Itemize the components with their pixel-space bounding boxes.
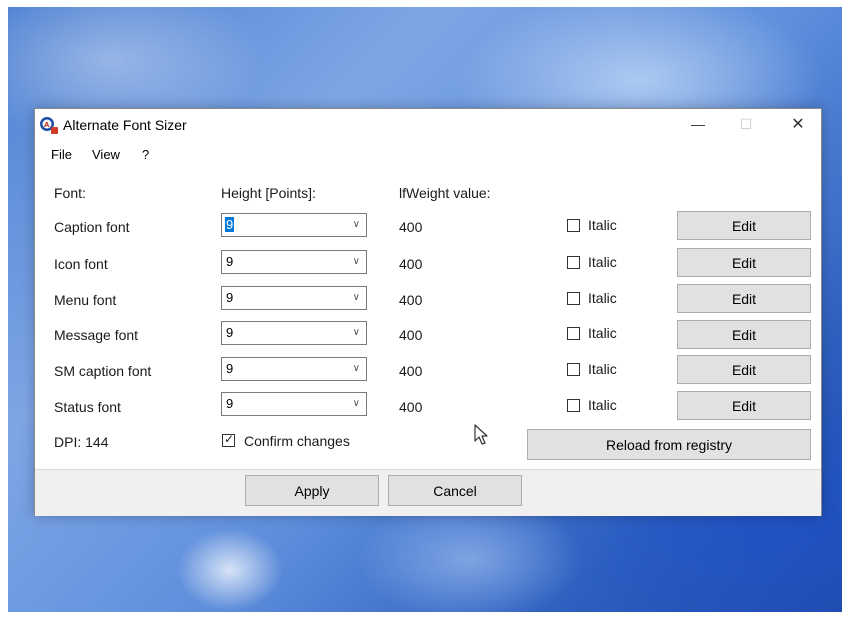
maximize-button[interactable]: ☐ bbox=[723, 109, 769, 139]
reload-label: Reload from registry bbox=[605, 436, 733, 453]
weight-value-sm-caption-font: 400 bbox=[399, 363, 423, 379]
height-value: 9 bbox=[226, 361, 234, 376]
window-title: Alternate Font Sizer bbox=[63, 117, 187, 133]
weight-value-caption-font: 400 bbox=[399, 219, 423, 235]
close-button[interactable]: ✕ bbox=[775, 109, 821, 139]
height-value: 9 bbox=[226, 396, 234, 411]
minimize-button[interactable]: — bbox=[675, 109, 721, 139]
italic-label: Italic bbox=[588, 254, 617, 270]
weight-value-icon-font: 400 bbox=[399, 256, 423, 272]
weight-value-message-font: 400 bbox=[399, 327, 423, 343]
edit-label: Edit bbox=[731, 397, 757, 414]
height-value: 9 bbox=[226, 290, 234, 305]
header-height: Height [Points]: bbox=[221, 185, 316, 201]
apply-label: Apply bbox=[294, 482, 330, 499]
height-select-status-font[interactable]: 9 ∨ bbox=[221, 392, 367, 416]
apply-button[interactable]: Apply bbox=[245, 475, 379, 506]
cancel-button[interactable]: Cancel bbox=[388, 475, 522, 506]
close-icon: ✕ bbox=[791, 116, 805, 133]
menu-view[interactable]: View bbox=[92, 147, 120, 162]
row-label-menu-font: Menu font bbox=[54, 292, 117, 308]
row-label-status-font: Status font bbox=[54, 399, 121, 415]
chevron-down-icon: ∨ bbox=[352, 398, 360, 409]
font-sizer-window: A Alternate Font Sizer — ☐ ✕ File View ?… bbox=[34, 108, 822, 516]
italic-checkbox-sm-caption-font[interactable] bbox=[567, 363, 580, 376]
header-font: Font: bbox=[54, 185, 86, 201]
svg-text:A: A bbox=[44, 121, 50, 129]
height-value: 9 bbox=[225, 217, 235, 232]
image-border-left bbox=[0, 0, 8, 620]
row-label-sm-caption-font: SM caption font bbox=[54, 363, 152, 379]
edit-button-message-font[interactable]: Edit bbox=[677, 320, 811, 349]
chevron-down-icon: ∨ bbox=[352, 292, 360, 303]
height-select-icon-font[interactable]: 9 ∨ bbox=[221, 250, 367, 274]
italic-label: Italic bbox=[588, 325, 617, 341]
edit-label: Edit bbox=[731, 217, 757, 234]
edit-label: Edit bbox=[731, 254, 757, 271]
image-border-bottom bbox=[0, 612, 850, 620]
italic-checkbox-status-font[interactable] bbox=[567, 399, 580, 412]
height-select-menu-font[interactable]: 9 ∨ bbox=[221, 286, 367, 310]
title-bar[interactable]: A Alternate Font Sizer — ☐ ✕ bbox=[35, 109, 821, 142]
image-border-top bbox=[0, 0, 850, 7]
mouse-pointer-icon bbox=[474, 424, 488, 445]
weight-value-status-font: 400 bbox=[399, 399, 423, 415]
italic-checkbox-message-font[interactable] bbox=[567, 327, 580, 340]
menu-bar: File View ? bbox=[35, 142, 821, 168]
minimize-icon: — bbox=[691, 116, 705, 132]
italic-checkbox-caption-font[interactable] bbox=[567, 219, 580, 232]
italic-label: Italic bbox=[588, 290, 617, 306]
confirm-changes-checkbox[interactable]: ✓ bbox=[222, 432, 235, 447]
row-label-caption-font: Caption font bbox=[54, 219, 130, 235]
edit-label: Edit bbox=[731, 326, 757, 343]
italic-checkbox-icon-font[interactable] bbox=[567, 256, 580, 269]
app-icon: A bbox=[40, 117, 58, 134]
edit-button-icon-font[interactable]: Edit bbox=[677, 248, 811, 277]
edit-button-status-font[interactable]: Edit bbox=[677, 391, 811, 420]
italic-label: Italic bbox=[588, 217, 617, 233]
confirm-changes-label: Confirm changes bbox=[244, 433, 350, 449]
height-select-message-font[interactable]: 9 ∨ bbox=[221, 321, 367, 345]
row-label-message-font: Message font bbox=[54, 327, 139, 343]
cancel-label: Cancel bbox=[433, 482, 477, 499]
height-select-sm-caption-font[interactable]: 9 ∨ bbox=[221, 357, 367, 381]
chevron-down-icon: ∨ bbox=[352, 256, 360, 267]
weight-value-menu-font: 400 bbox=[399, 292, 423, 308]
edit-label: Edit bbox=[731, 361, 757, 378]
edit-button-caption-font[interactable]: Edit bbox=[677, 211, 811, 240]
dialog-footer: Apply Cancel bbox=[35, 469, 821, 516]
dpi-label: DPI: 144 bbox=[54, 434, 109, 450]
dialog-content: Font: Height [Points]: lfWeight value: C… bbox=[35, 168, 821, 515]
maximize-icon: ☐ bbox=[739, 115, 753, 132]
row-label-icon-font: Icon font bbox=[54, 256, 108, 272]
italic-label: Italic bbox=[588, 361, 617, 377]
italic-label: Italic bbox=[588, 397, 617, 413]
header-weight: lfWeight value: bbox=[399, 185, 491, 201]
edit-button-sm-caption-font[interactable]: Edit bbox=[677, 355, 811, 384]
menu-file[interactable]: File bbox=[51, 147, 72, 162]
height-value: 9 bbox=[226, 325, 234, 340]
chevron-down-icon: ∨ bbox=[352, 219, 360, 230]
chevron-down-icon: ∨ bbox=[352, 327, 360, 338]
checkmark-icon: ✓ bbox=[224, 432, 235, 446]
height-select-caption-font[interactable]: 9 ∨ bbox=[221, 213, 367, 237]
menu-help[interactable]: ? bbox=[142, 147, 149, 162]
edit-button-menu-font[interactable]: Edit bbox=[677, 284, 811, 313]
reload-from-registry-button[interactable]: Reload from registry bbox=[527, 429, 811, 460]
image-border-right bbox=[842, 0, 850, 620]
height-value: 9 bbox=[226, 254, 234, 269]
edit-label: Edit bbox=[731, 290, 757, 307]
italic-checkbox-menu-font[interactable] bbox=[567, 292, 580, 305]
chevron-down-icon: ∨ bbox=[352, 363, 360, 374]
